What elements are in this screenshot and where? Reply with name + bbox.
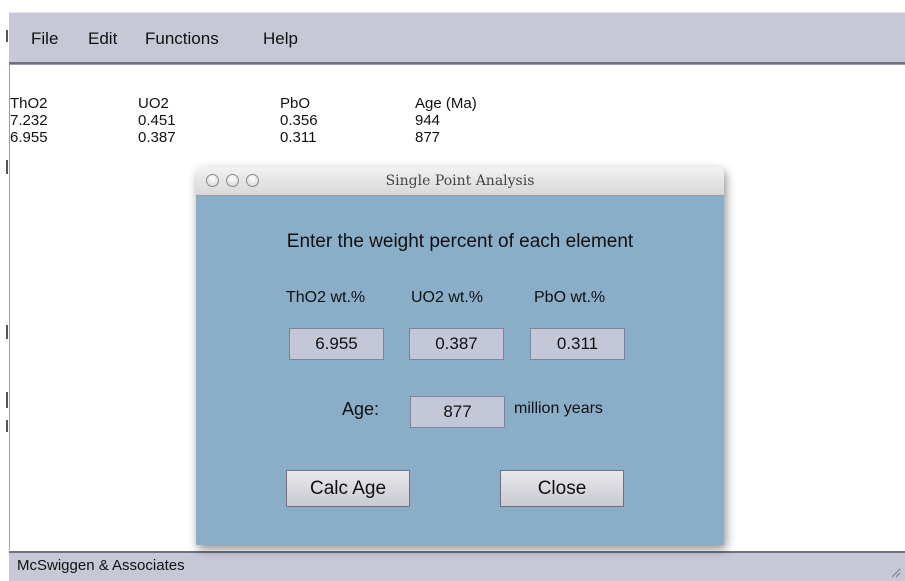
window-left-edge	[0, 0, 9, 581]
edge-mark	[6, 392, 8, 408]
uo2-label: UO2 wt.%	[411, 289, 484, 306]
edge-mark	[6, 30, 8, 42]
header-tho2: ThO2	[10, 95, 48, 112]
age-output[interactable]: 877	[410, 396, 505, 428]
instruction-text: Enter the weight percent of each element	[286, 231, 634, 252]
calc-age-button[interactable]: Calc Age	[286, 470, 410, 507]
dialog-title-bar[interactable]: Single Point Analysis	[196, 167, 724, 196]
cell-uo2: 0.387	[138, 129, 176, 146]
header-pbo: PbO	[280, 95, 311, 112]
age-label: Age:	[342, 399, 380, 419]
menu-file[interactable]: File	[31, 29, 58, 49]
header-age: Age (Ma)	[415, 95, 477, 112]
tho2-input[interactable]: 6.955	[289, 328, 384, 360]
dialog-body: Enter the weight percent of each element…	[196, 196, 724, 545]
menu-functions[interactable]: Functions	[145, 29, 219, 49]
cell-tho2: 7.232	[10, 112, 48, 129]
close-button[interactable]: Close	[500, 470, 624, 507]
edge-mark	[6, 325, 8, 339]
single-point-analysis-dialog: Single Point Analysis Enter the weight p…	[196, 167, 724, 545]
cell-age: 877	[415, 129, 441, 146]
app-window: File Edit Functions Help ThO2 UO2 PbO Ag…	[0, 0, 905, 581]
header-uo2: UO2	[138, 95, 169, 112]
cell-tho2: 6.955	[10, 129, 48, 146]
cell-pbo: 0.311	[280, 129, 317, 146]
resize-grip-icon[interactable]	[889, 566, 901, 578]
dialog-title: Single Point Analysis	[385, 173, 535, 189]
uo2-input[interactable]: 0.387	[409, 328, 504, 360]
edge-mark	[6, 420, 8, 432]
tho2-label: ThO2 wt.%	[286, 289, 366, 306]
age-units-label: million years	[514, 400, 603, 417]
cell-uo2: 0.451	[138, 112, 176, 129]
pbo-label: PbO wt.%	[534, 289, 606, 306]
status-bar: McSwiggen & Associates	[9, 551, 905, 581]
edge-mark	[6, 160, 8, 174]
cell-pbo: 0.356	[280, 112, 318, 129]
cell-age: 944	[415, 112, 441, 129]
menu-help[interactable]: Help	[263, 29, 298, 49]
status-text: McSwiggen & Associates	[17, 557, 185, 574]
menu-edit[interactable]: Edit	[88, 29, 117, 49]
menu-bar: File Edit Functions Help	[9, 12, 905, 64]
pbo-input[interactable]: 0.311	[530, 328, 625, 360]
